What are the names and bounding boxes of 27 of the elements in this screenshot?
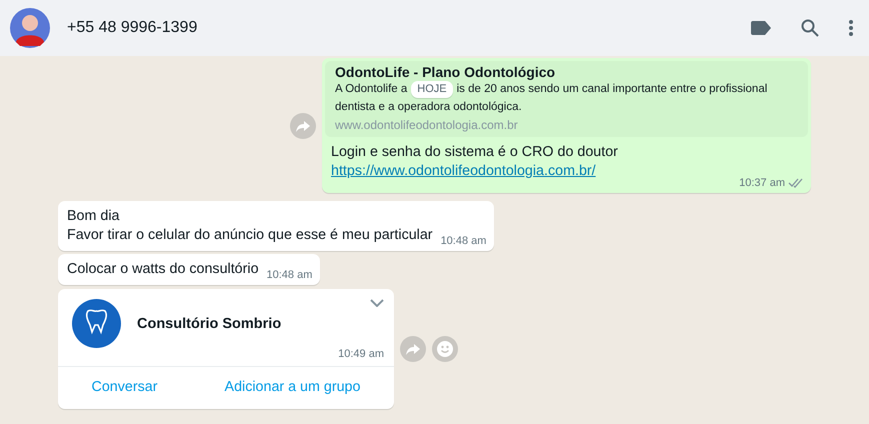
message-text: Favor tirar o celular do anúncio que esse é meu particular xyxy=(67,226,433,245)
preview-text: is de 20 anos sendo um canal importante entre o profissional xyxy=(456,82,768,97)
date-badge: HOJE xyxy=(411,80,453,98)
message-text: Bom dia xyxy=(67,207,120,226)
action-link[interactable]: Conversar xyxy=(92,379,158,395)
search-icon[interactable] xyxy=(801,19,819,37)
message-time: 10:48 am xyxy=(440,234,486,248)
message-time: 10:37 am xyxy=(739,177,785,189)
preview-url: www.odontolifeodontologia.com.br xyxy=(335,118,519,132)
contact-name: +55 48 9996-1399 xyxy=(67,19,198,37)
link[interactable]: https://www.odontolifeodontologia.com.br/ xyxy=(331,163,596,179)
preview-text: A Odontolife a xyxy=(335,82,408,97)
message-text: Colocar o watts do consultório xyxy=(67,260,259,279)
message-text: Login e senha do sistema é o CRO do doutor xyxy=(331,144,618,160)
chevron-icon[interactable] xyxy=(370,299,384,307)
message-time: 10:48 am xyxy=(266,268,312,282)
label-icon[interactable] xyxy=(751,21,771,35)
double-check-icon xyxy=(788,178,804,188)
contact-name: Consultório Sombrio xyxy=(137,316,282,332)
message-time: 10:49 am xyxy=(338,348,384,360)
contact-logo xyxy=(72,299,121,348)
menu-icon[interactable] xyxy=(849,19,853,37)
preview-title: OdontoLife - Plano Odontológico xyxy=(335,64,556,80)
avatar[interactable] xyxy=(10,8,50,48)
link-preview[interactable]: OdontoLife - Plano Odontológico A Odontolife a HOJE is de 20 anos sendo um canal importante entre o profissional dentista e a operadora odontológica. www.odontolifeodontologia.com.br xyxy=(325,61,808,137)
action-link[interactable]: Adicionar a um grupo xyxy=(224,379,360,395)
preview-text: dentista e a operadora odontológica. xyxy=(335,100,522,115)
